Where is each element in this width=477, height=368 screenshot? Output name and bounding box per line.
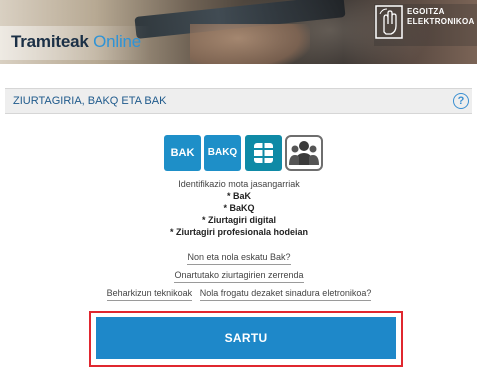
banner-hand-image (190, 24, 310, 64)
brand-logo[interactable]: Tramiteak Online (11, 32, 141, 58)
section-title: ZIURTAGIRIA, BAKQ ETA BAK (13, 95, 167, 107)
help-icon[interactable]: ? (453, 93, 469, 109)
egoitza-line1: EGOITZA (407, 7, 445, 16)
section-header: ZIURTAGIRIA, BAKQ ETA BAK ? (5, 88, 472, 114)
identification-methods: BAK BAKQ (164, 135, 336, 171)
info-item: * BaK (226, 191, 251, 201)
link-technical-requirements[interactable]: Beharkizun teknikoak (106, 288, 193, 301)
info-item: * Ziurtagiri digital (201, 215, 276, 225)
egoitza-line2: ELEKTRONIKOA (407, 17, 475, 26)
egoitza-elektronikoa-logo[interactable]: EGOITZA ELEKTRONIKOA (374, 4, 477, 46)
header-banner: Tramiteak Online EGOITZA ELEKTRONIKOA (0, 0, 477, 64)
link-verify-signature[interactable]: Nola frogatu dezaket sinadura eletroniko… (199, 288, 372, 301)
sartu-button[interactable]: SARTU (96, 317, 396, 359)
info-item: * BaKQ (223, 203, 255, 213)
bak-icon: BAK (164, 135, 201, 171)
bakq-icon: BAKQ (204, 135, 241, 171)
brand-name-part1: Tramiteak (11, 32, 89, 51)
help-links: Non eta nola eskatu Bak? Onartutako ziur… (60, 252, 418, 306)
info-item: * Ziurtagiri profesionala hodeian (169, 227, 309, 237)
chip-card-icon (245, 135, 282, 171)
brand-name-part2: Online (93, 32, 142, 51)
link-accepted-certificates[interactable]: Onartutako ziurtagirien zerrenda (174, 270, 304, 283)
accepted-id-info: Identifikazio mota jasangarriak * BaK * … (100, 178, 378, 238)
info-heading: Identifikazio mota jasangarriak (178, 179, 300, 189)
professional-group-icon (285, 135, 323, 171)
link-how-to-get-bak[interactable]: Non eta nola eskatu Bak? (187, 252, 291, 265)
hand-touch-icon (375, 5, 403, 39)
